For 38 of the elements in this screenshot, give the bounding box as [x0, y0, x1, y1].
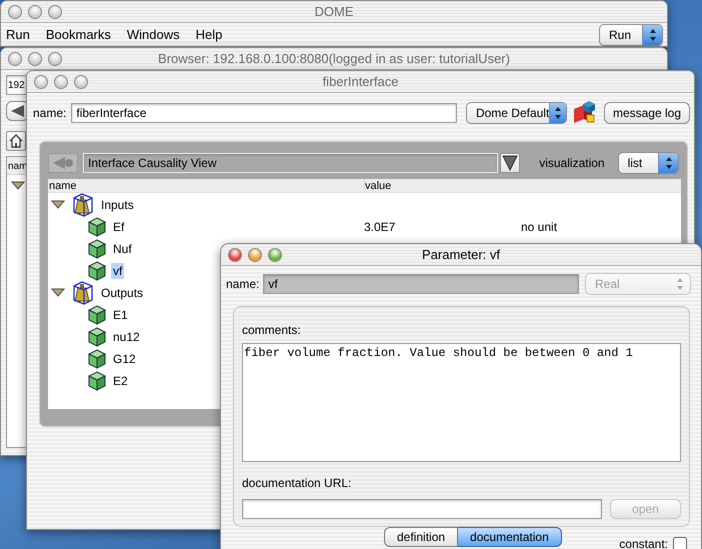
name-field[interactable]: vf	[263, 274, 580, 294]
field-label: documentation URL:	[242, 475, 352, 492]
menu-item[interactable]: Help	[196, 25, 222, 45]
tab[interactable]: definition	[384, 527, 458, 547]
tree-item[interactable]: Nuf	[111, 240, 134, 258]
mode-select[interactable]: Run	[599, 24, 663, 46]
tree-item[interactable]: E2	[111, 372, 130, 390]
style-select[interactable]: Dome Default	[466, 102, 567, 124]
tree-item[interactable]: Ef	[111, 218, 126, 236]
tree-item[interactable]: G12	[111, 350, 138, 368]
visualization-label: visualization	[539, 155, 605, 172]
tree-item[interactable]: E1	[111, 306, 130, 324]
unit-cell-text: no unit	[521, 219, 558, 236]
tree-item[interactable]: Inputs	[99, 196, 136, 214]
field-label: name:	[226, 276, 260, 293]
name-field[interactable]: fiberInterface	[71, 103, 457, 123]
view-field[interactable]: Interface Causality View	[83, 153, 498, 173]
menu-item[interactable]: Windows	[126, 25, 180, 45]
menu-item[interactable]: Run	[6, 25, 30, 45]
message-log-button[interactable]: message log	[604, 102, 690, 124]
comments-area[interactable]: fiber volume fraction. Value should be between 0 and 1	[242, 343, 681, 462]
window-title: Browser: 192.168.0.100:8080(logged in as user: tutorialUser)	[157, 52, 511, 65]
field-label: comments:	[242, 322, 302, 339]
tab[interactable]: documentation	[458, 527, 562, 547]
visualization-select[interactable]: list	[618, 152, 679, 174]
tree-item[interactable]: Outputs	[99, 284, 146, 302]
tree-item[interactable]: vf	[111, 262, 124, 280]
field-label: name:	[33, 105, 66, 122]
menu-item[interactable]: Bookmarks	[46, 25, 111, 45]
column-header: name	[48, 179, 78, 192]
window-title: Parameter: vf	[420, 248, 502, 261]
address-field[interactable]: 192	[6, 75, 26, 95]
window-title: DOME	[314, 5, 354, 18]
tree-item[interactable]: nu12	[111, 328, 142, 346]
checkbox-label: constant:	[619, 536, 668, 549]
window-title: fiberInterface	[322, 75, 400, 88]
value-cell-text: 3.0E7	[364, 219, 396, 236]
column-header: value	[364, 179, 392, 192]
